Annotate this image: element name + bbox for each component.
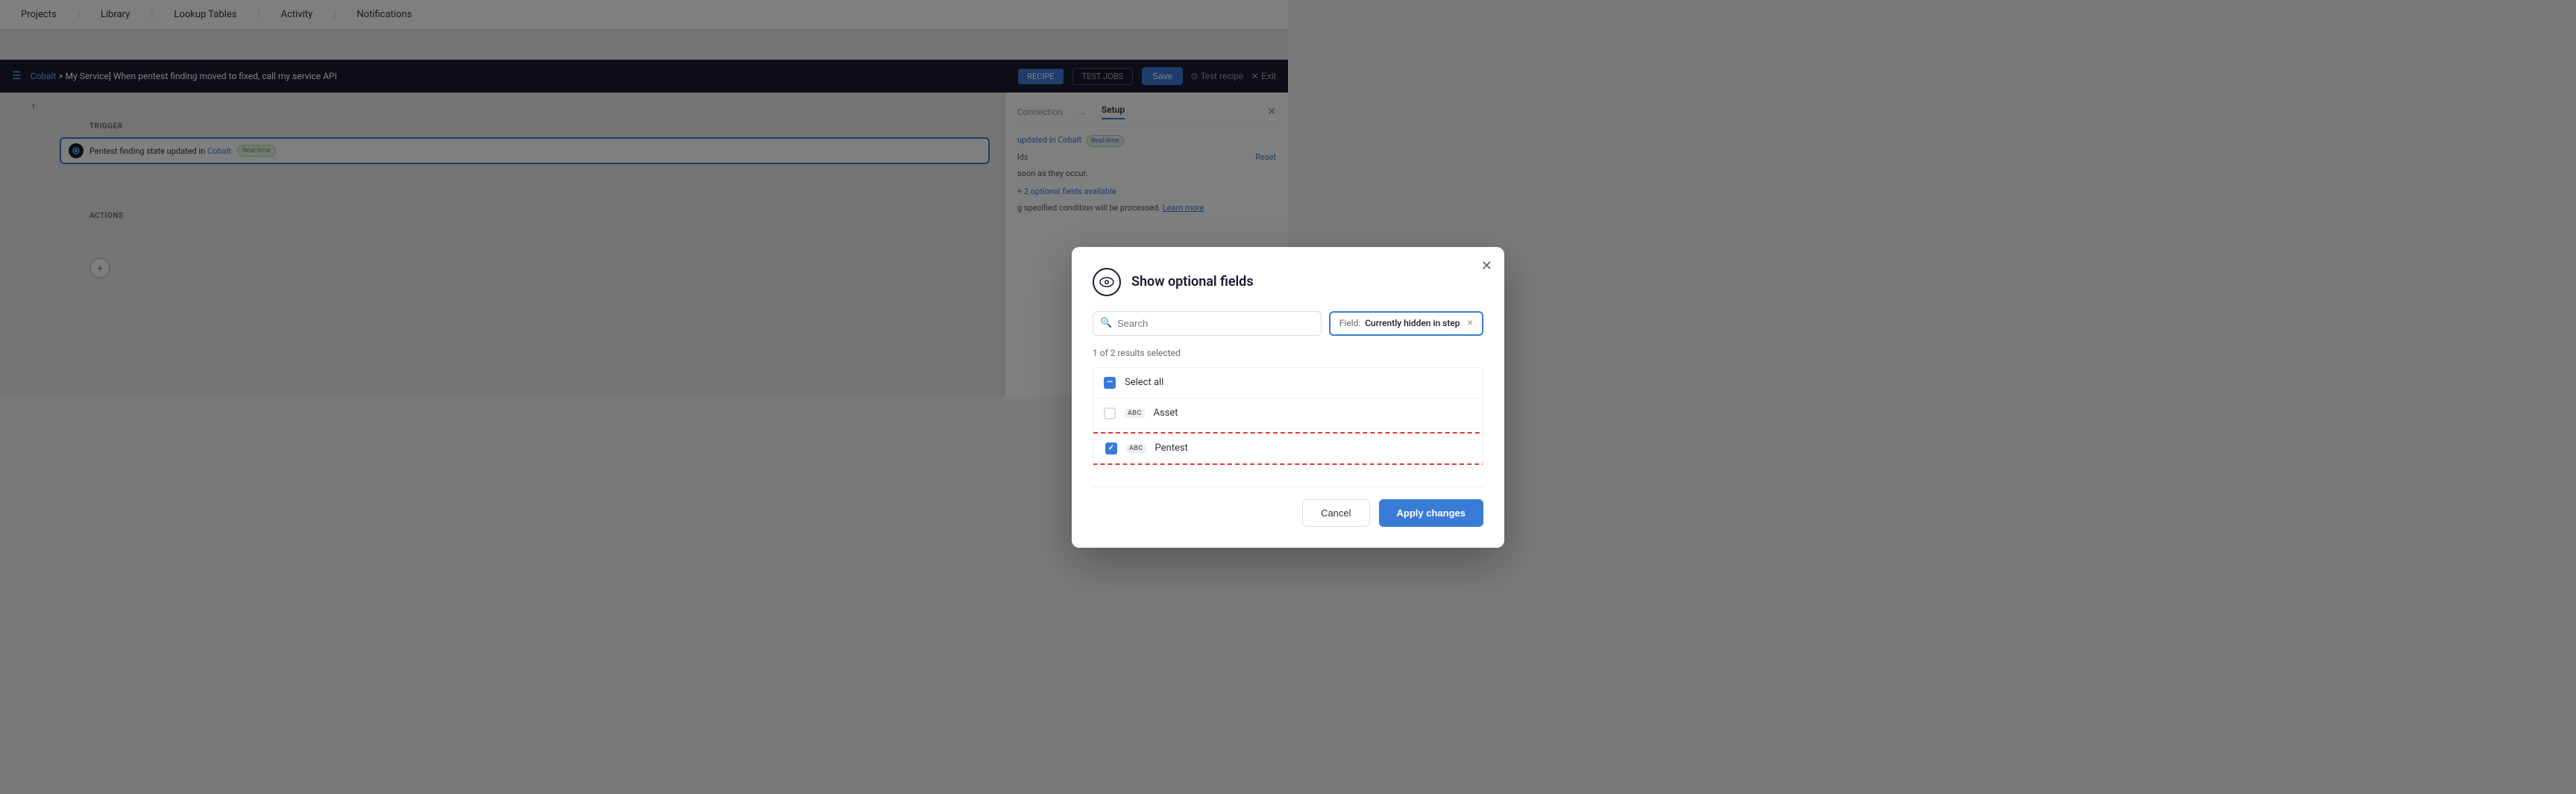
- modal-overlay: Show optional fields ✕ 🔍 Field: Currentl…: [0, 0, 2576, 794]
- apply-changes-button[interactable]: Apply changes: [1379, 499, 1483, 527]
- eye-icon: [1093, 268, 1121, 296]
- asset-label: Asset: [1154, 407, 1178, 419]
- search-input[interactable]: [1093, 311, 1322, 336]
- filter-label: Field:: [1339, 318, 1361, 328]
- filter-remove-button[interactable]: ×: [1468, 317, 1473, 329]
- filter-value: Currently hidden in step: [1365, 318, 1460, 328]
- results-info: 1 of 2 results selected: [1093, 348, 1483, 358]
- highlighted-region: ✓ ABC Pentest: [1093, 432, 1483, 465]
- select-all-label: Select all: [1125, 377, 1163, 388]
- modal-title: Show optional fields: [1131, 274, 1254, 290]
- search-wrap: 🔍: [1093, 311, 1322, 336]
- modal-header: Show optional fields ✕: [1093, 268, 1483, 296]
- pentest-checkbox[interactable]: ✓: [1105, 443, 1117, 454]
- select-all-option[interactable]: — Select all: [1093, 368, 1483, 398]
- modal-dialog: Show optional fields ✕ 🔍 Field: Currentl…: [1072, 247, 1504, 548]
- search-icon: 🔍: [1100, 318, 1112, 329]
- option-pentest[interactable]: ✓ ABC Pentest: [1095, 434, 1481, 463]
- options-list: — Select all ABC Asset ✓ ABC Pentest: [1093, 367, 1483, 469]
- select-all-checkbox[interactable]: —: [1104, 377, 1116, 389]
- modal-close-button[interactable]: ✕: [1481, 259, 1492, 272]
- asset-type-badge: ABC: [1125, 409, 1145, 418]
- asset-checkbox[interactable]: [1104, 407, 1116, 419]
- pentest-type-badge: ABC: [1126, 444, 1146, 453]
- cancel-button[interactable]: Cancel: [1302, 499, 1369, 527]
- pentest-label: Pentest: [1155, 443, 1188, 454]
- search-row: 🔍 Field: Currently hidden in step ×: [1093, 311, 1483, 336]
- field-filter: Field: Currently hidden in step ×: [1329, 311, 1483, 336]
- modal-footer: Cancel Apply changes: [1093, 487, 1483, 527]
- option-asset[interactable]: ABC Asset: [1093, 398, 1483, 429]
